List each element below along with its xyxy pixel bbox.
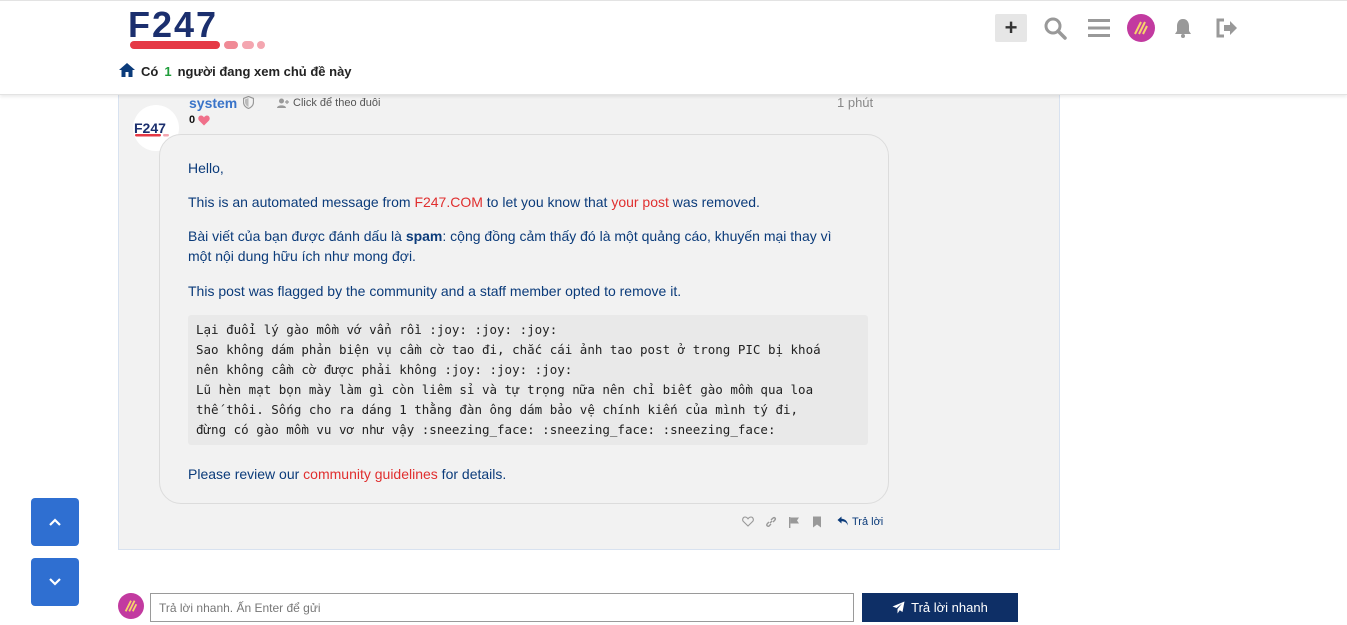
site-header: F247 Có 1 người đang xem chủ đề này + (0, 0, 1347, 95)
chevron-up-icon (49, 518, 61, 526)
notifications-button[interactable] (1167, 14, 1199, 42)
bell-icon (1175, 19, 1191, 38)
post-paragraph-1: This is an automated message from F247.C… (188, 192, 760, 212)
spam-label: spam (405, 228, 443, 244)
quick-reply-label: Trả lời nhanh (911, 600, 988, 615)
send-icon (892, 601, 905, 614)
viewers-suffix: người đang xem chủ đề này (177, 64, 352, 79)
text-span: was removed. (668, 194, 760, 210)
menu-button[interactable] (1083, 14, 1115, 42)
like-button[interactable] (741, 515, 754, 528)
site-logo[interactable]: F247 (128, 4, 283, 53)
user-plus-icon (277, 98, 289, 108)
user-avatar[interactable] (1127, 14, 1155, 42)
search-icon (1044, 17, 1067, 40)
post-paragraph-4: Please review our community guidelines f… (188, 464, 506, 484)
post-likes: 0 (189, 114, 210, 126)
heart-outline-icon (741, 516, 754, 527)
post-card: F247 system Click để theo đuôi 1 phút 0 … (118, 93, 1060, 550)
your-post-link[interactable]: your post (611, 194, 669, 210)
copy-link-button[interactable] (764, 515, 777, 528)
viewers-indicator: Có 1 người đang xem chủ đề này (119, 63, 352, 80)
post-paragraph-2: Bài viết của bạn được đánh dấu là spam: … (188, 226, 832, 266)
text-span: một nội dung hữu ích như mong đợi. (188, 248, 416, 264)
home-icon[interactable] (119, 63, 135, 80)
text-span: Please review our (188, 466, 304, 482)
post-username[interactable]: system (189, 95, 237, 111)
plus-icon: + (1004, 15, 1018, 40)
post-body: Hello, This is an automated message from… (159, 134, 889, 504)
reply-icon (837, 516, 848, 526)
likes-count: 0 (189, 114, 196, 126)
reply-label: Trả lời (852, 515, 884, 528)
quick-reply-button[interactable]: Trả lời nhanh (862, 593, 1018, 622)
text-span: Bài viết của bạn được đánh dấu là (188, 228, 406, 244)
reply-button[interactable]: Trả lời (837, 516, 883, 528)
quick-reply-bar: Trả lời nhanh (118, 593, 1018, 623)
logout-button[interactable] (1211, 14, 1243, 42)
text-span: for details. (437, 466, 507, 482)
svg-text:F247: F247 (128, 7, 218, 45)
viewers-prefix: Có (141, 64, 159, 79)
text-span: to let you know that (482, 194, 612, 210)
menu-icon (1088, 19, 1110, 37)
logout-icon (1216, 18, 1237, 38)
quick-reply-input[interactable] (150, 593, 854, 622)
header-actions: + (995, 14, 1243, 42)
flag-button[interactable] (787, 515, 800, 528)
new-topic-button[interactable]: + (995, 14, 1027, 42)
post-greeting: Hello, (188, 160, 224, 176)
follow-button[interactable]: Click để theo đuôi (277, 97, 380, 109)
site-link[interactable]: F247.COM (414, 194, 482, 210)
search-button[interactable] (1039, 14, 1071, 42)
heart-icon (198, 115, 210, 125)
flag-icon (788, 516, 799, 528)
follow-label: Click để theo đuôi (293, 97, 381, 109)
link-icon (765, 516, 776, 527)
quoted-post: Lại đuổi lý gào mồm vớ vẩn rồi :joy: :jo… (188, 315, 868, 445)
chevron-down-icon (49, 578, 61, 586)
text-span: : cộng đồng cảm thấy đó là một quảng cáo… (442, 228, 832, 244)
post-actions: Trả lời (741, 515, 883, 528)
quick-reply-avatar (118, 593, 144, 619)
svg-text:F247: F247 (134, 120, 166, 136)
scroll-down-button[interactable] (31, 558, 79, 606)
shield-icon (242, 95, 255, 114)
bookmark-icon (812, 516, 821, 527)
text-span: This is an automated message from (188, 194, 415, 210)
post-time[interactable]: 1 phút (837, 95, 873, 110)
bookmark-button[interactable] (810, 515, 823, 528)
viewers-count: 1 (164, 64, 172, 79)
scroll-up-button[interactable] (31, 498, 79, 546)
guidelines-link[interactable]: community guidelines (303, 466, 438, 482)
post-paragraph-3: This post was flagged by the community a… (188, 283, 682, 299)
